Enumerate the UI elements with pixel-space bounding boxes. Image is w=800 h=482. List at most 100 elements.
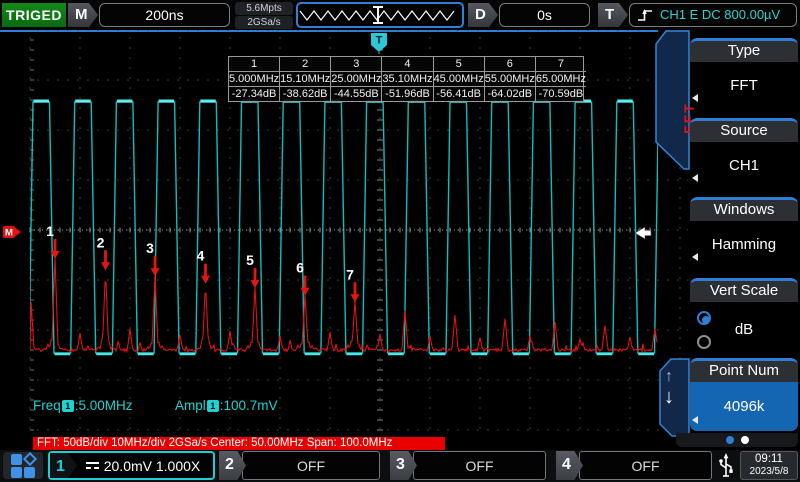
peak-number-label: 3 <box>146 240 154 256</box>
menu-section-value[interactable]: dB <box>690 302 798 356</box>
channel-3-label: OFF <box>466 458 494 474</box>
peak-freq: 15.10MHz <box>280 72 330 87</box>
menu-section-value[interactable]: CH1 <box>690 142 798 189</box>
grid-square-icon <box>11 454 22 465</box>
ampl-readout: Ampl 1 :100.7mV <box>175 398 278 413</box>
channel-3-box[interactable]: 3OFF <box>390 451 546 480</box>
channel-4-box[interactable]: 4OFF <box>556 451 712 480</box>
peak-freq: 65.00MHz <box>536 72 586 87</box>
ampl-channel-badge: 1 <box>207 400 219 412</box>
radio-selected[interactable] <box>697 311 711 325</box>
menu-section-title: Point Num <box>690 358 798 382</box>
peak-level: -44.55dB <box>331 87 381 101</box>
menu-section-source[interactable]: Source CH1 <box>690 118 798 189</box>
usb-icon <box>717 452 735 479</box>
peak-index: 7 <box>536 57 586 72</box>
peak-column: 215.10MHz-38.62dB <box>280 57 331 101</box>
delay-badge: D <box>468 3 498 27</box>
horizontal-reference-marker[interactable]: M <box>3 226 21 239</box>
menu-section-value[interactable]: Hamming <box>690 221 798 268</box>
channel-2-box[interactable]: 2OFF <box>219 451 380 480</box>
clock-display: 09:11 2023/5/8 <box>740 451 798 480</box>
peak-freq: 5.000MHz <box>229 72 279 87</box>
peak-level: -70.59dB <box>536 87 586 101</box>
channel-4-status: OFF <box>579 451 712 480</box>
page-dot-active <box>726 436 734 444</box>
peak-column: 325.00MHz-44.55dB <box>331 57 382 101</box>
channel-3-status: OFF <box>413 451 546 480</box>
timebase-badge: M <box>68 3 98 27</box>
trigger-level-arrow[interactable] <box>635 227 651 239</box>
menu-section-point-num[interactable]: Point Num4096k <box>690 358 798 431</box>
peak-index: 3 <box>331 57 381 72</box>
grid-square-icon <box>24 467 35 478</box>
channel-4-label: OFF <box>632 458 660 474</box>
peak-arrow-icon <box>151 256 160 276</box>
peak-freq: 25.00MHz <box>331 72 381 87</box>
peak-number-label: 1 <box>46 223 54 239</box>
delay-value[interactable]: 0s <box>499 3 590 27</box>
menu-value-text: dB <box>735 321 753 338</box>
dc-coupling-icon <box>86 461 99 470</box>
trigger-info-text: CH1 E DC 800.00µV <box>660 4 780 26</box>
peak-freq: 45.00MHz <box>434 72 484 87</box>
scroll-down-icon[interactable]: ↓ <box>664 386 674 409</box>
sample-rate: 2GSa/s <box>235 16 293 29</box>
waveform-position-preview[interactable] <box>296 2 464 28</box>
fft-trace <box>30 258 657 352</box>
svg-text:M: M <box>5 228 13 239</box>
fft-peak-table: 15.000MHz-27.34dB215.10MHz-38.62dB325.00… <box>228 56 584 102</box>
peak-arrow-icon <box>251 268 260 288</box>
peak-level: -51.96dB <box>382 87 432 101</box>
menu-section-title: Type <box>690 38 798 62</box>
peak-arrow-icon <box>301 276 310 296</box>
submenu-arrow-icon <box>692 94 698 102</box>
trigger-badge: T <box>598 3 628 27</box>
freq-channel-badge: 1 <box>62 400 74 412</box>
channel-1-box[interactable]: 120.0mV 1.000X <box>48 451 215 480</box>
grid-diamond-icon <box>22 451 36 465</box>
channel-2-status: OFF <box>242 451 380 480</box>
peak-index: 4 <box>382 57 432 72</box>
peak-number-label: 5 <box>246 252 254 268</box>
menu-page-indicator <box>676 433 798 447</box>
peak-column: 655.00MHz-64.02dB <box>485 57 536 101</box>
menu-section-title: Source <box>690 118 798 142</box>
peak-freq: 35.10MHz <box>382 72 432 87</box>
fft-menu-sidebar: FFT ↑ ↓ TypeFFT Source CH1 Windows Hamming Ve… <box>655 30 800 450</box>
peak-column: 765.00MHz-70.59dB <box>536 57 586 101</box>
menu-section-windows[interactable]: Windows Hamming <box>690 197 798 268</box>
peak-index: 5 <box>434 57 484 72</box>
grid-square-icon <box>11 467 22 478</box>
peak-level: -64.02dB <box>485 87 535 101</box>
trigger-settings[interactable]: CH1 E DC 800.00µV <box>629 3 797 27</box>
svg-text:T: T <box>376 35 383 47</box>
preview-zigzag <box>298 4 462 26</box>
menu-value-text: CH1 <box>729 157 759 174</box>
radio-unselected[interactable] <box>697 335 711 349</box>
menu-section-title: Windows <box>690 197 798 221</box>
menu-section-type[interactable]: TypeFFT <box>690 38 798 109</box>
freq-label: Freq <box>33 398 61 413</box>
peak-arrow-icon <box>201 264 210 284</box>
square-wave-trace <box>0 101 696 354</box>
menu-value-text: Hamming <box>712 236 776 253</box>
measurement-readouts: Freq 1 :5.00MHz Ampl 1 :100.7mV <box>0 398 450 415</box>
channel-status-bar: 120.0mV 1.000X2OFF 3OFF 4OFF 09:11 2023/5/… <box>0 450 800 482</box>
channel-1-status: 20.0mV 1.000X <box>73 453 213 478</box>
channel-2-label: OFF <box>297 458 325 474</box>
time-text: 09:11 <box>741 452 797 466</box>
peak-arrow-icon <box>351 282 360 302</box>
scroll-up-icon[interactable]: ↑ <box>665 368 673 386</box>
menu-section-value[interactable]: 4096k <box>690 382 798 431</box>
menu-section-vert-scale[interactable]: Vert ScaledB <box>690 278 798 356</box>
submenu-arrow-icon <box>692 416 698 424</box>
rising-edge-icon <box>637 7 654 24</box>
top-status-bar: TRIGED M 200ns 5.6Mpts 2GSa/s D 0s T CH1… <box>0 0 800 30</box>
menu-grid-icon[interactable] <box>3 452 43 479</box>
fft-status-bar: FFT: 50dB/div 10MHz/div 2GSa/s Center: 5… <box>33 437 445 450</box>
menu-section-value[interactable]: FFT <box>690 62 798 109</box>
timebase-value[interactable]: 200ns <box>99 3 230 27</box>
peak-column: 435.10MHz-51.96dB <box>382 57 433 101</box>
channel-1-label: 20.0mV 1.000X <box>104 458 201 474</box>
